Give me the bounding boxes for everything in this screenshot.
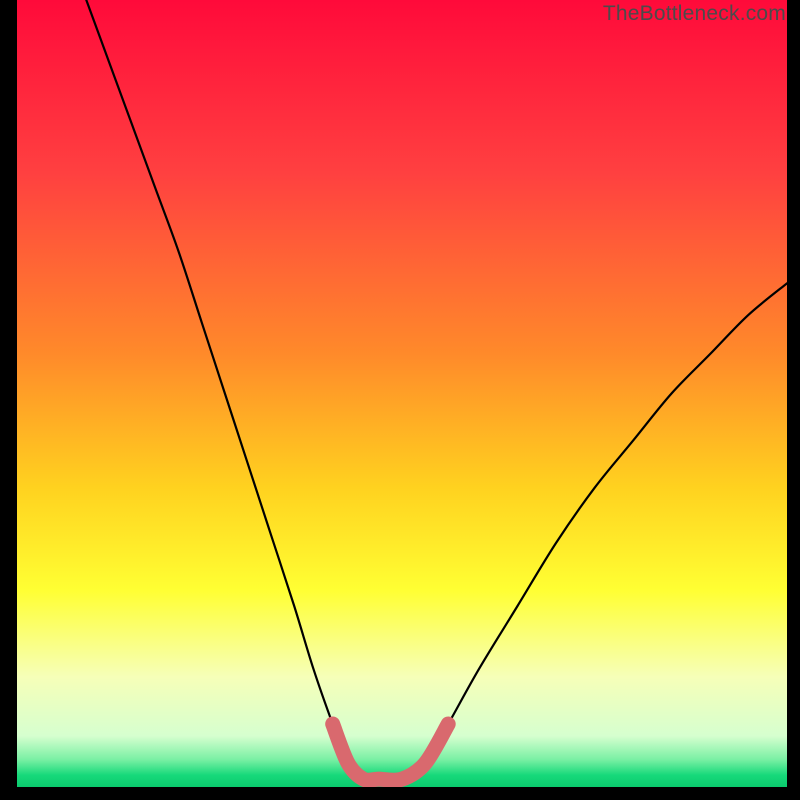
chart-frame (17, 0, 787, 787)
chart-svg (17, 0, 787, 787)
watermark-text: TheBottleneck.com (603, 2, 786, 26)
